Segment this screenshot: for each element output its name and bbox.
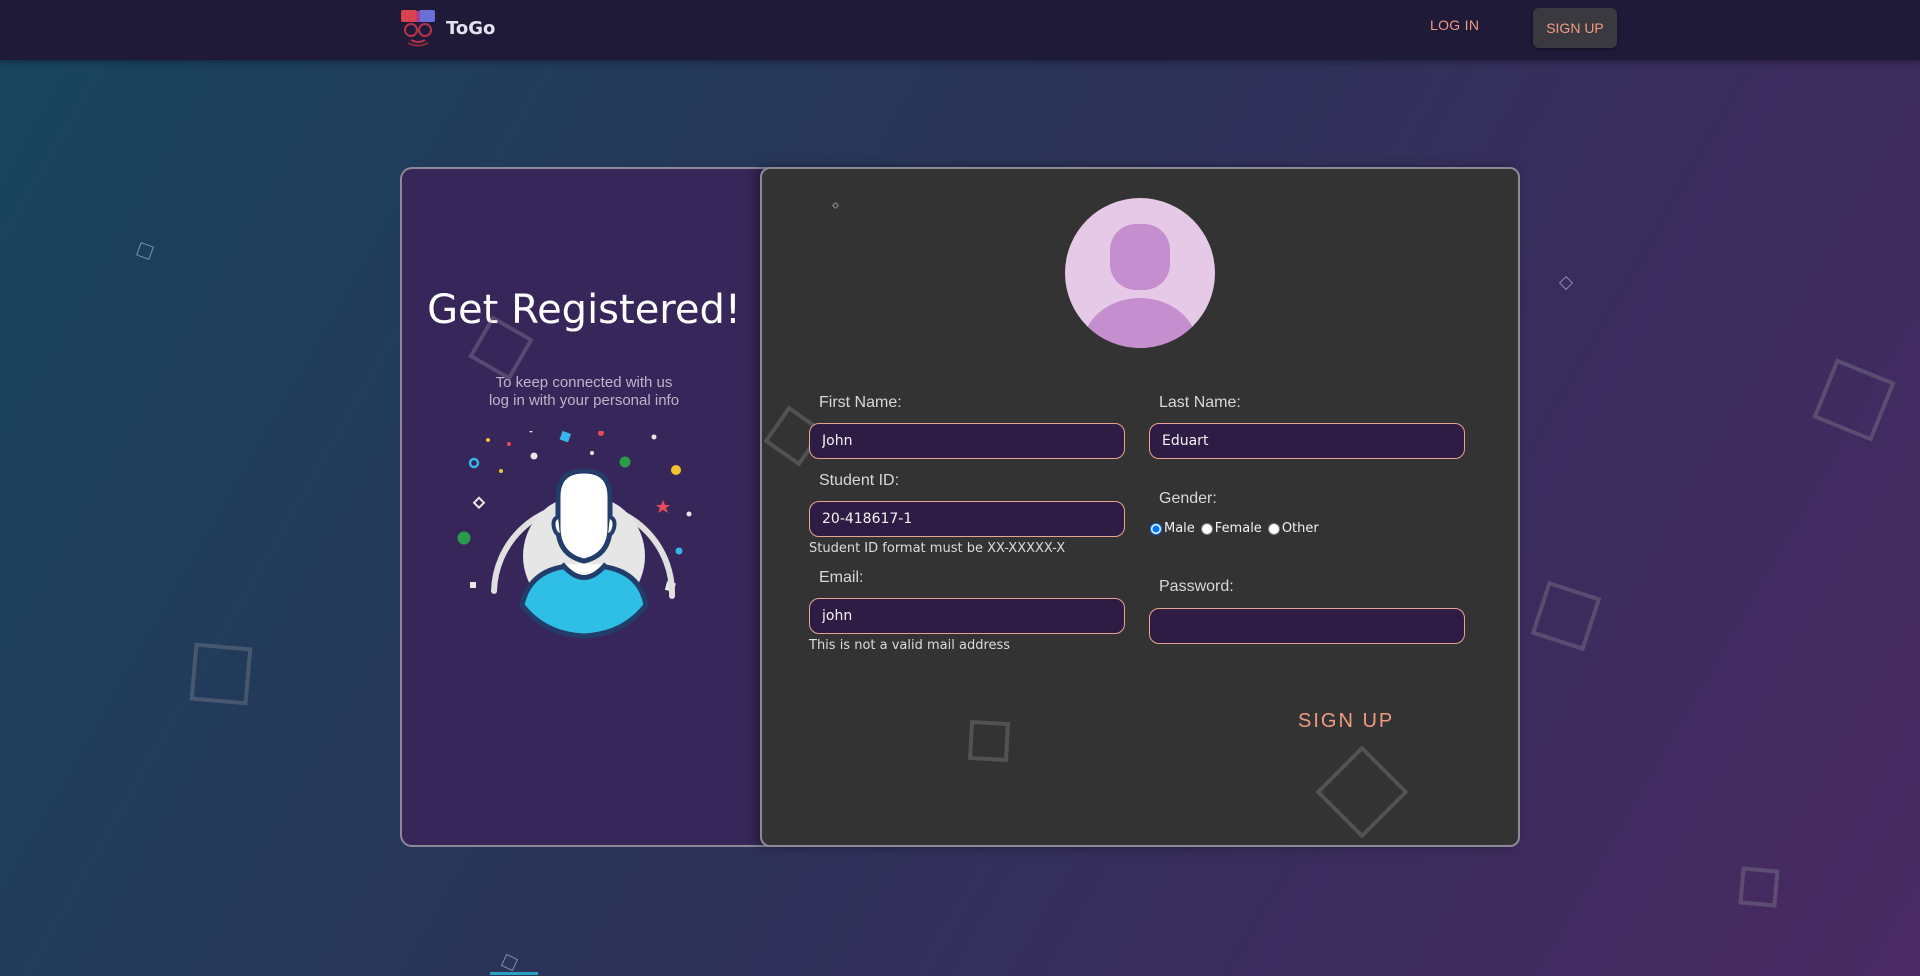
password-label: Password: bbox=[1159, 578, 1234, 595]
register-card: Get Registered! To keep connected with u… bbox=[400, 167, 1520, 847]
password-input[interactable] bbox=[1149, 608, 1465, 644]
gender-radio-male[interactable] bbox=[1150, 522, 1162, 535]
gender-label-female: Female bbox=[1214, 521, 1262, 536]
email-input[interactable] bbox=[809, 598, 1125, 634]
scroll-indicator bbox=[490, 972, 538, 975]
gender-radio-group: Male Female Other bbox=[1150, 521, 1325, 536]
registered-user-icon bbox=[457, 431, 692, 639]
gender-label-other: Other bbox=[1281, 521, 1319, 536]
first-name-input[interactable] bbox=[809, 423, 1125, 459]
decor-square bbox=[967, 719, 1011, 763]
welcome-subtitle-line2: log in with your personal info bbox=[488, 392, 680, 409]
email-label: Email: bbox=[819, 569, 864, 586]
decor-square bbox=[500, 953, 519, 972]
decor-square bbox=[136, 242, 154, 260]
nav-signup-button[interactable]: SIGN UP bbox=[1533, 8, 1617, 48]
navbar: ToGo LOG IN SIGN UP bbox=[0, 0, 1920, 60]
decor-square bbox=[189, 642, 253, 706]
brand[interactable]: ToGo bbox=[400, 8, 495, 48]
gender-radio-female[interactable] bbox=[1200, 522, 1213, 535]
decor-square bbox=[1530, 580, 1602, 652]
signup-submit-button[interactable]: SIGN UP bbox=[1292, 709, 1400, 734]
togo-logo-icon bbox=[401, 10, 435, 47]
last-name-label: Last Name: bbox=[1159, 394, 1241, 411]
nav-login-link[interactable]: LOG IN bbox=[1430, 17, 1479, 33]
gender-radio-other[interactable] bbox=[1267, 522, 1280, 535]
decor-square bbox=[1812, 358, 1896, 442]
welcome-subtitle: To keep connected with us log in with yo… bbox=[402, 374, 766, 410]
decor-square bbox=[1315, 745, 1409, 839]
student-id-input[interactable] bbox=[809, 501, 1125, 537]
signup-form-panel: First Name: Last Name: Student ID: Stude… bbox=[760, 167, 1520, 847]
gender-label: Gender: bbox=[1159, 490, 1217, 507]
welcome-subtitle-line1: To keep connected with us bbox=[495, 374, 673, 391]
welcome-title: Get Registered! bbox=[427, 287, 741, 333]
welcome-panel: Get Registered! To keep connected with u… bbox=[400, 167, 782, 847]
first-name-label: First Name: bbox=[819, 394, 902, 411]
student-id-label: Student ID: bbox=[819, 472, 900, 489]
user-avatar-icon[interactable] bbox=[1065, 198, 1215, 348]
brand-name: ToGo bbox=[446, 17, 496, 39]
last-name-input[interactable] bbox=[1149, 423, 1465, 459]
email-error: This is not a valid mail address bbox=[809, 638, 1011, 653]
decor-square bbox=[831, 201, 840, 210]
student-id-error: Student ID format must be XX-XXXXX-X bbox=[809, 541, 1066, 556]
decor-square bbox=[1558, 275, 1574, 291]
gender-label-male: Male bbox=[1164, 521, 1195, 536]
decor-square bbox=[1738, 866, 1780, 908]
